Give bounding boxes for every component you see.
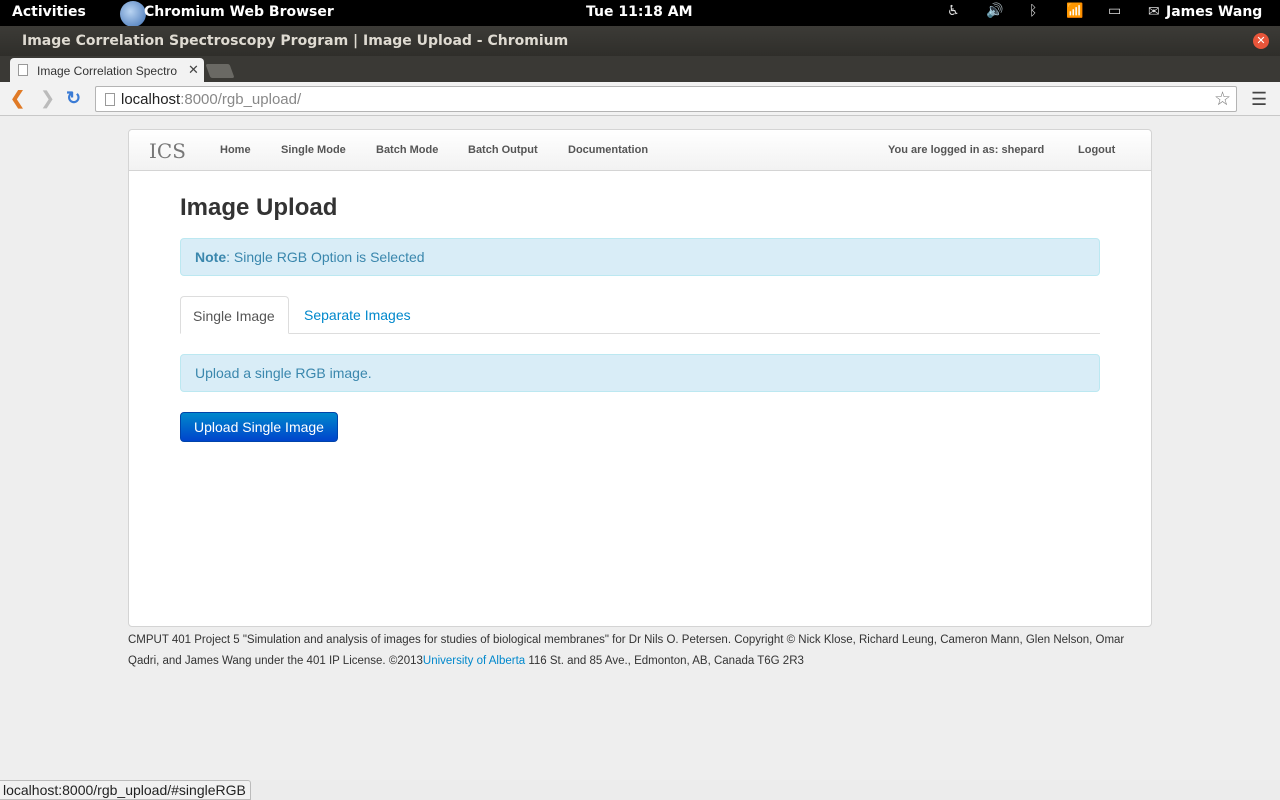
reload-icon[interactable]: ↻: [66, 88, 81, 108]
accessibility-icon[interactable]: ♿: [947, 3, 960, 19]
address-bar[interactable]: localhost:8000/rgb_upload/ ☆: [95, 86, 1237, 112]
brand-link[interactable]: ICS: [149, 139, 186, 163]
battery-icon[interactable]: ▭: [1108, 3, 1121, 19]
user-menu[interactable]: James Wang: [1166, 4, 1262, 20]
note-label: Note: [195, 249, 227, 265]
browser-tab[interactable]: Image Correlation Spectro ✕: [10, 58, 204, 82]
forward-icon[interactable]: ❯: [40, 88, 55, 108]
logout-link[interactable]: Logout: [1078, 144, 1115, 156]
browser-toolbar: ❮ ❯ ↻ localhost:8000/rgb_upload/ ☆ ☰: [0, 82, 1280, 116]
window-close-icon[interactable]: ✕: [1253, 33, 1269, 49]
status-bubble: localhost:8000/rgb_upload/#singleRGB: [0, 780, 251, 800]
address-text: localhost:8000/rgb_upload/: [121, 91, 301, 108]
browser-tab-title: Image Correlation Spectro: [37, 64, 178, 78]
nav-single-mode[interactable]: Single Mode: [281, 144, 346, 156]
logged-in-user: You are logged in as: shepard: [888, 144, 1045, 156]
nav-home[interactable]: Home: [220, 144, 251, 156]
bookmark-star-icon[interactable]: ☆: [1214, 88, 1231, 111]
chromium-logo-icon: [120, 1, 146, 27]
page-content: ICS Home Single Mode Batch Mode Batch Ou…: [0, 116, 1280, 780]
url-host: localhost: [121, 91, 181, 108]
clock[interactable]: Tue 11:18 AM: [586, 4, 693, 20]
url-path: :8000/rgb_upload/: [180, 91, 302, 108]
footer-address: 116 St. and 85 Ave., Edmonton, AB, Canad…: [525, 655, 804, 667]
volume-icon[interactable]: 🔊: [986, 3, 1003, 19]
tab-separate-images[interactable]: Separate Images: [304, 307, 411, 323]
app-menu[interactable]: Chromium Web Browser: [144, 4, 334, 20]
window-title-bar: Image Correlation Spectroscopy Program |…: [0, 26, 1280, 56]
university-link[interactable]: University of Alberta: [423, 655, 525, 667]
upload-single-image-button[interactable]: Upload Single Image: [180, 412, 338, 442]
user-status-icon: ✉: [1148, 4, 1160, 20]
tab-single-image[interactable]: Single Image: [180, 296, 289, 334]
bluetooth-icon[interactable]: ᛒ: [1029, 3, 1037, 19]
nav-batch-output[interactable]: Batch Output: [468, 144, 538, 156]
upload-info-alert: Upload a single RGB image.: [180, 354, 1100, 392]
content-container: ICS Home Single Mode Batch Mode Batch Ou…: [128, 129, 1152, 627]
window-title: Image Correlation Spectroscopy Program |…: [22, 33, 569, 49]
note-alert: Note: Single RGB Option is Selected: [180, 238, 1100, 276]
page-icon: [18, 64, 28, 76]
activities-button[interactable]: Activities: [12, 4, 86, 20]
site-navbar: ICS Home Single Mode Batch Mode Batch Ou…: [129, 130, 1151, 171]
upload-tabs: Single Image Separate Images: [180, 296, 1100, 334]
new-tab-button[interactable]: [205, 64, 235, 78]
tab-strip: Image Correlation Spectro ✕: [0, 56, 1280, 82]
note-text: : Single RGB Option is Selected: [226, 249, 425, 265]
chrome-menu-icon[interactable]: ☰: [1251, 90, 1267, 108]
page-title: Image Upload: [180, 194, 338, 221]
nav-documentation[interactable]: Documentation: [568, 144, 648, 156]
back-icon[interactable]: ❮: [10, 88, 25, 108]
nav-batch-mode[interactable]: Batch Mode: [376, 144, 438, 156]
page-footer: CMPUT 401 Project 5 "Simulation and anal…: [128, 630, 1158, 672]
wifi-icon[interactable]: 📶: [1066, 3, 1083, 19]
page-info-icon[interactable]: [105, 93, 115, 106]
system-top-bar: Activities Chromium Web Browser Tue 11:1…: [0, 0, 1280, 27]
tab-close-icon[interactable]: ✕: [188, 62, 199, 78]
